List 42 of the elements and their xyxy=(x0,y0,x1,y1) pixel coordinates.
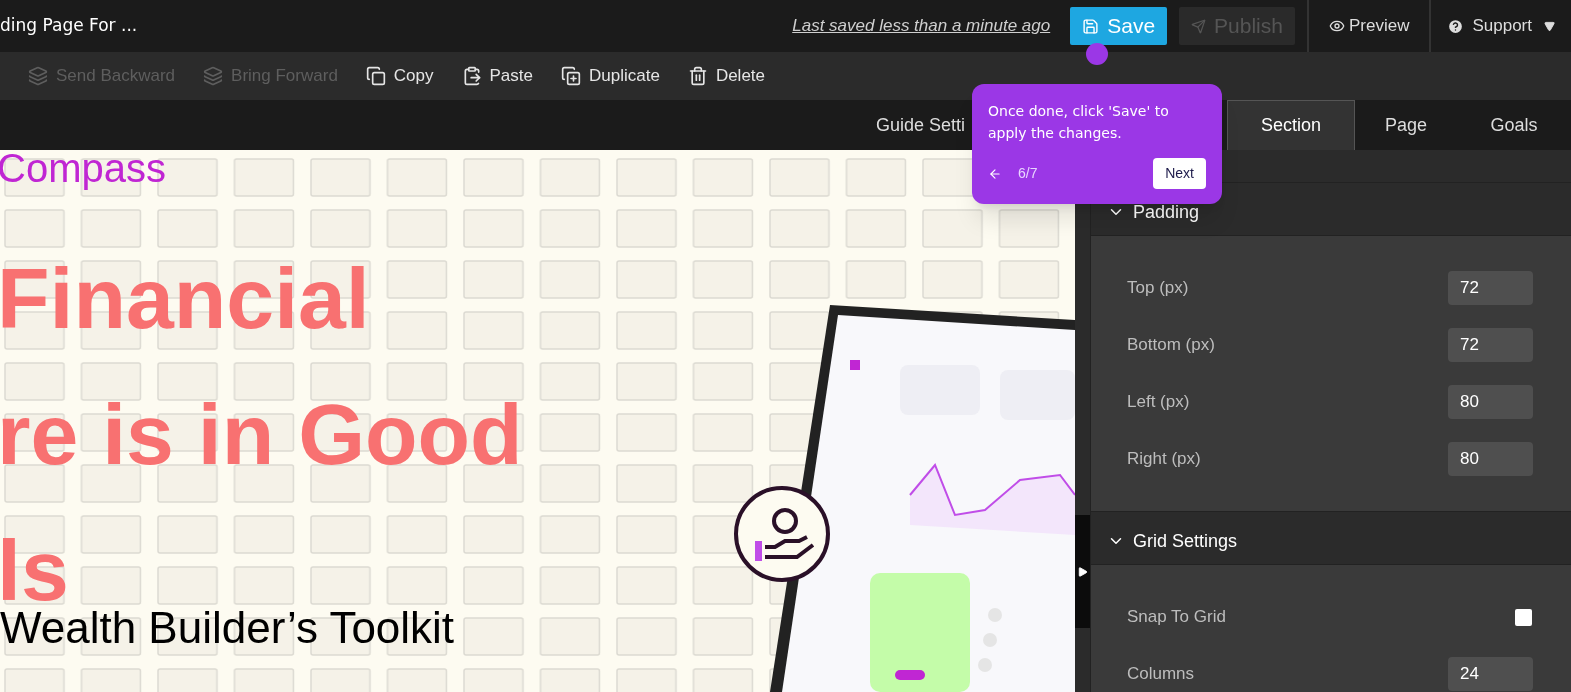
toolbar-button[interactable]: Copy xyxy=(365,63,434,89)
paper-plane-icon xyxy=(1191,18,1207,34)
panel-tab[interactable]: Goals xyxy=(1457,100,1571,150)
panel-tab[interactable]: Page xyxy=(1355,100,1457,150)
field-label: Left (px) xyxy=(1127,391,1190,414)
next-button[interactable]: Next xyxy=(1153,158,1206,189)
page-title: ding Page For ... xyxy=(0,14,138,38)
layers-icon xyxy=(203,66,224,86)
eye-icon xyxy=(1329,18,1345,34)
help-icon xyxy=(1447,17,1465,35)
number-field[interactable]: 72 xyxy=(1448,271,1533,305)
panel-tab[interactable]: Section xyxy=(1227,100,1355,150)
number-field[interactable]: 72 xyxy=(1448,328,1533,362)
save-status-link[interactable]: Last saved less than a minute ago xyxy=(792,13,1051,39)
field-label: Bottom (px) xyxy=(1127,334,1215,357)
toolbar-button[interactable]: Duplicate xyxy=(561,63,660,89)
collapse-handle-icon[interactable] xyxy=(1077,566,1088,577)
tooltip-text: Once done, click 'Save' to apply the changes. xyxy=(988,102,1170,143)
field-label: Snap To Grid xyxy=(1127,606,1226,629)
copy-icon xyxy=(365,66,386,86)
field-label: Columns xyxy=(1127,663,1195,686)
toolbar-button[interactable]: Delete xyxy=(687,63,766,89)
field-label: Top (px) xyxy=(1127,277,1189,300)
support-button[interactable]: Support xyxy=(1431,13,1571,39)
headline-line: re is in Good xyxy=(0,385,523,484)
number-field[interactable]: 80 xyxy=(1448,442,1533,476)
checkbox[interactable] xyxy=(1515,608,1532,626)
hand-coin-icon xyxy=(733,485,831,583)
section-header[interactable]: Grid Settings xyxy=(1091,512,1571,565)
headline-line: Financial xyxy=(0,249,370,348)
step-counter: 6/7 xyxy=(1018,164,1038,183)
layers-icon xyxy=(28,66,48,86)
preview-button[interactable]: Preview xyxy=(1309,13,1430,39)
number-field[interactable]: 80 xyxy=(1448,385,1533,419)
copy-plus-icon xyxy=(561,66,581,86)
field-label: Right (px) xyxy=(1127,448,1201,471)
number-field[interactable]: 24 xyxy=(1448,657,1533,691)
panel-tab[interactable]: Guide Setti xyxy=(875,100,965,150)
toolbar-button[interactable]: Paste xyxy=(461,63,533,89)
back-arrow-icon[interactable] xyxy=(988,166,1002,181)
trash-icon xyxy=(687,66,708,86)
caret-icon xyxy=(1544,20,1555,32)
